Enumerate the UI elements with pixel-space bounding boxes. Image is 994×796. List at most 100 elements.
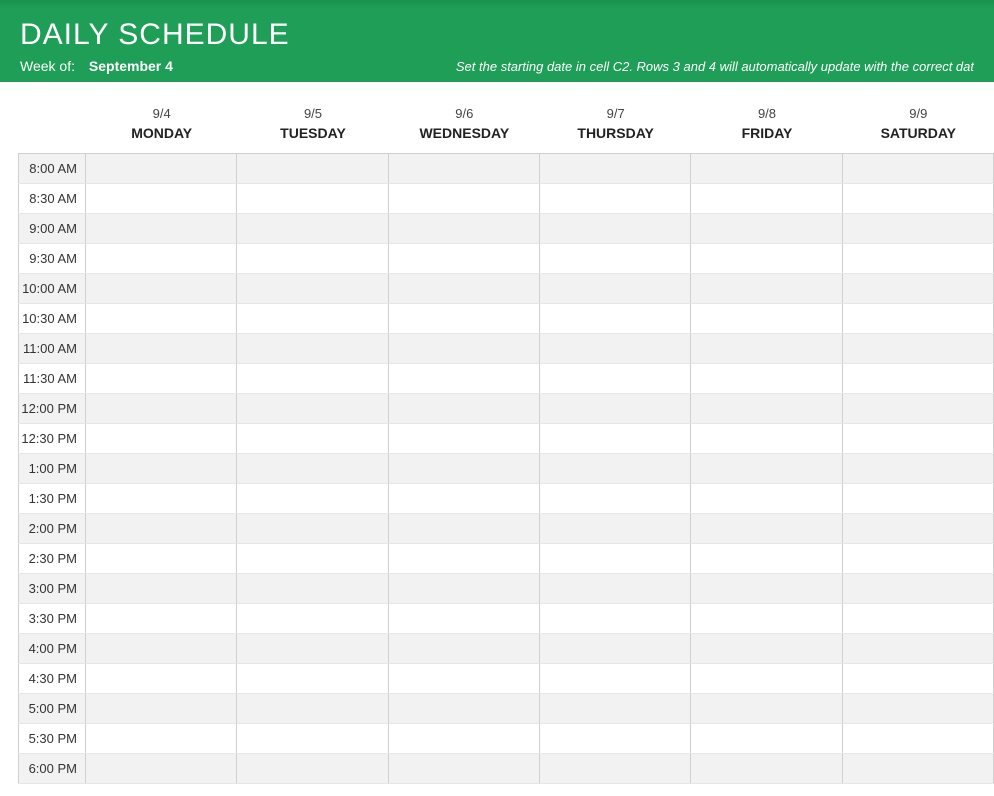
- schedule-cell[interactable]: [389, 244, 540, 273]
- schedule-cell[interactable]: [237, 154, 388, 183]
- schedule-cell[interactable]: [237, 364, 388, 393]
- schedule-cell[interactable]: [86, 664, 237, 693]
- schedule-cell[interactable]: [540, 424, 691, 453]
- schedule-cell[interactable]: [86, 244, 237, 273]
- schedule-cell[interactable]: [389, 754, 540, 783]
- schedule-cell[interactable]: [389, 214, 540, 243]
- schedule-cell[interactable]: [389, 544, 540, 573]
- schedule-cell[interactable]: [843, 364, 994, 393]
- schedule-cell[interactable]: [237, 724, 388, 753]
- schedule-cell[interactable]: [86, 694, 237, 723]
- schedule-cell[interactable]: [86, 304, 237, 333]
- schedule-cell[interactable]: [843, 394, 994, 423]
- schedule-cell[interactable]: [389, 424, 540, 453]
- schedule-cell[interactable]: [86, 424, 237, 453]
- schedule-cell[interactable]: [843, 724, 994, 753]
- schedule-cell[interactable]: [86, 334, 237, 363]
- schedule-cell[interactable]: [389, 664, 540, 693]
- schedule-cell[interactable]: [691, 184, 842, 213]
- schedule-cell[interactable]: [237, 214, 388, 243]
- schedule-cell[interactable]: [691, 484, 842, 513]
- schedule-cell[interactable]: [540, 544, 691, 573]
- schedule-cell[interactable]: [237, 274, 388, 303]
- schedule-cell[interactable]: [389, 514, 540, 543]
- schedule-cell[interactable]: [540, 694, 691, 723]
- schedule-cell[interactable]: [237, 454, 388, 483]
- schedule-cell[interactable]: [86, 364, 237, 393]
- schedule-cell[interactable]: [540, 604, 691, 633]
- schedule-cell[interactable]: [237, 754, 388, 783]
- schedule-cell[interactable]: [843, 754, 994, 783]
- schedule-cell[interactable]: [843, 184, 994, 213]
- schedule-cell[interactable]: [237, 184, 388, 213]
- schedule-cell[interactable]: [237, 544, 388, 573]
- schedule-cell[interactable]: [389, 724, 540, 753]
- schedule-cell[interactable]: [86, 214, 237, 243]
- schedule-cell[interactable]: [691, 364, 842, 393]
- schedule-cell[interactable]: [389, 604, 540, 633]
- schedule-cell[interactable]: [843, 514, 994, 543]
- schedule-cell[interactable]: [843, 274, 994, 303]
- schedule-cell[interactable]: [691, 154, 842, 183]
- schedule-cell[interactable]: [843, 424, 994, 453]
- schedule-cell[interactable]: [540, 724, 691, 753]
- schedule-cell[interactable]: [691, 724, 842, 753]
- schedule-cell[interactable]: [86, 724, 237, 753]
- schedule-cell[interactable]: [843, 214, 994, 243]
- schedule-cell[interactable]: [540, 394, 691, 423]
- schedule-cell[interactable]: [86, 514, 237, 543]
- schedule-cell[interactable]: [843, 634, 994, 663]
- schedule-cell[interactable]: [389, 574, 540, 603]
- schedule-cell[interactable]: [691, 544, 842, 573]
- schedule-cell[interactable]: [691, 754, 842, 783]
- schedule-cell[interactable]: [540, 634, 691, 663]
- schedule-cell[interactable]: [540, 754, 691, 783]
- schedule-cell[interactable]: [389, 634, 540, 663]
- schedule-cell[interactable]: [540, 514, 691, 543]
- schedule-cell[interactable]: [691, 214, 842, 243]
- schedule-cell[interactable]: [843, 544, 994, 573]
- schedule-cell[interactable]: [86, 184, 237, 213]
- schedule-cell[interactable]: [691, 514, 842, 543]
- schedule-cell[interactable]: [237, 604, 388, 633]
- schedule-cell[interactable]: [237, 484, 388, 513]
- schedule-cell[interactable]: [389, 274, 540, 303]
- schedule-cell[interactable]: [540, 184, 691, 213]
- schedule-cell[interactable]: [389, 394, 540, 423]
- schedule-cell[interactable]: [691, 574, 842, 603]
- schedule-cell[interactable]: [691, 604, 842, 633]
- schedule-cell[interactable]: [389, 184, 540, 213]
- schedule-cell[interactable]: [843, 154, 994, 183]
- schedule-cell[interactable]: [843, 604, 994, 633]
- schedule-cell[interactable]: [691, 274, 842, 303]
- schedule-cell[interactable]: [86, 274, 237, 303]
- schedule-cell[interactable]: [691, 334, 842, 363]
- schedule-cell[interactable]: [843, 454, 994, 483]
- schedule-cell[interactable]: [237, 424, 388, 453]
- schedule-cell[interactable]: [540, 664, 691, 693]
- schedule-cell[interactable]: [86, 454, 237, 483]
- schedule-cell[interactable]: [691, 244, 842, 273]
- schedule-cell[interactable]: [843, 574, 994, 603]
- schedule-cell[interactable]: [86, 634, 237, 663]
- schedule-cell[interactable]: [540, 274, 691, 303]
- schedule-cell[interactable]: [389, 304, 540, 333]
- schedule-cell[interactable]: [389, 364, 540, 393]
- schedule-cell[interactable]: [237, 574, 388, 603]
- schedule-cell[interactable]: [691, 454, 842, 483]
- schedule-cell[interactable]: [540, 574, 691, 603]
- schedule-cell[interactable]: [237, 334, 388, 363]
- schedule-cell[interactable]: [237, 634, 388, 663]
- schedule-cell[interactable]: [540, 244, 691, 273]
- schedule-cell[interactable]: [843, 304, 994, 333]
- schedule-cell[interactable]: [843, 334, 994, 363]
- schedule-cell[interactable]: [691, 304, 842, 333]
- schedule-cell[interactable]: [389, 154, 540, 183]
- schedule-cell[interactable]: [691, 664, 842, 693]
- schedule-cell[interactable]: [86, 154, 237, 183]
- schedule-cell[interactable]: [540, 154, 691, 183]
- schedule-cell[interactable]: [389, 484, 540, 513]
- schedule-cell[interactable]: [86, 394, 237, 423]
- schedule-cell[interactable]: [237, 244, 388, 273]
- schedule-cell[interactable]: [691, 634, 842, 663]
